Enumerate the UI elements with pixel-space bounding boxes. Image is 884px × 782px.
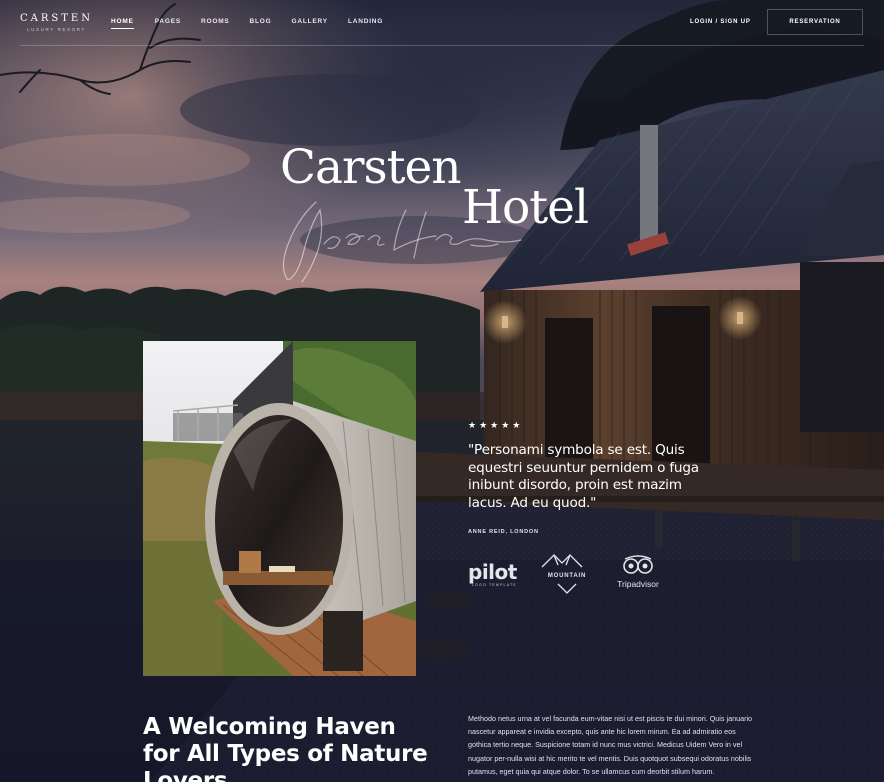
intro-body-text: Methodo netus urna at vel facunda eum-vi… <box>468 714 753 776</box>
pilot-logo[interactable]: pilot LOGO TEMPLATE <box>466 553 526 598</box>
mountain-logo[interactable]: MOUNTAIN <box>536 553 598 598</box>
rating-stars: ★★★★★ <box>468 420 524 430</box>
tripadvisor-logo[interactable]: Tripadvisor <box>611 553 665 598</box>
brand-logo[interactable]: CARSTEN LUXURY RESORT <box>20 13 93 32</box>
reservation-button[interactable]: RESERVATION <box>767 9 863 35</box>
testimonial-quote: "Personami symbola se est. Quis equestri… <box>468 442 699 511</box>
nav-item-gallery[interactable]: GALLERY <box>292 18 328 25</box>
header-divider <box>20 45 864 46</box>
partner-logos: pilot LOGO TEMPLATE MOUNTAIN Tripadvisor <box>466 553 676 598</box>
pilot-logo-name: pilot <box>468 560 517 584</box>
nav-item-blog[interactable]: BLOG <box>250 18 272 25</box>
main-nav: HOME PAGES ROOMS BLOG GALLERY LANDING <box>111 18 383 29</box>
nav-item-pages[interactable]: PAGES <box>155 18 181 25</box>
tripadvisor-logo-name: Tripadvisor <box>617 579 659 589</box>
brand-tagline: LUXURY RESORT <box>27 27 86 32</box>
barrel-sauna-illustration <box>143 341 416 676</box>
hero-background-image <box>0 0 884 782</box>
barrel-sauna-photo <box>143 341 416 676</box>
hero-title-line1: Carsten <box>280 140 462 195</box>
brand-name: CARSTEN <box>20 13 93 24</box>
hero-title-line2: Hotel <box>462 180 589 235</box>
nav-item-home[interactable]: HOME <box>111 18 134 29</box>
pilot-logo-sub: LOGO TEMPLATE <box>472 583 517 587</box>
nav-item-landing[interactable]: LANDING <box>348 18 383 25</box>
hero-title: Carsten Hotel <box>276 140 616 300</box>
intro-heading: A Welcoming Haven for All Types of Natur… <box>143 714 428 782</box>
nav-item-rooms[interactable]: ROOMS <box>201 18 230 25</box>
mountain-logo-name: MOUNTAIN <box>547 573 587 579</box>
site-header: CARSTEN LUXURY RESORT HOME PAGES ROOMS B… <box>0 0 884 46</box>
resort-landscape-illustration <box>0 0 884 782</box>
login-signup-link[interactable]: LOGIN / SIGN UP <box>690 19 751 25</box>
owl-icon <box>623 555 653 574</box>
testimonial-author: ANNE REID, LONDON <box>468 529 539 535</box>
